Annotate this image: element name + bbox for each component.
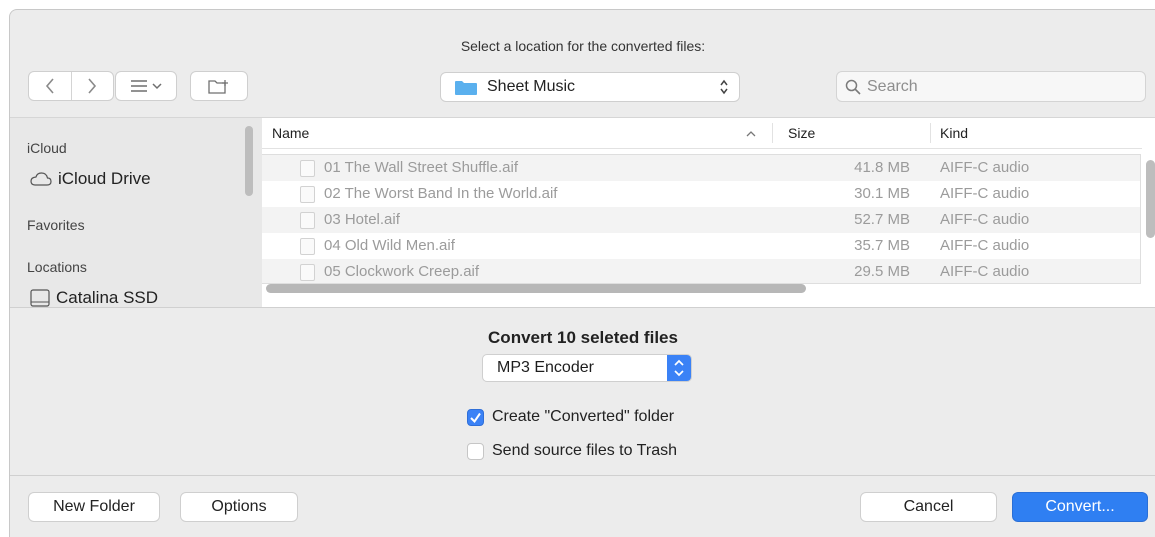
file-size: 35.7 MB [854, 237, 910, 254]
updown-arrows-icon [667, 355, 691, 381]
file-kind: AIFF-C audio [940, 159, 1030, 176]
sidebar: iCloud iCloud Drive Favorites Locations … [10, 117, 262, 308]
folder-icon [455, 81, 477, 95]
column-header-row: Name Size Kind [262, 118, 1142, 149]
checkmark-icon [467, 408, 484, 426]
checkbox-empty-icon [467, 442, 484, 460]
sidebar-header-favorites: Favorites [27, 217, 85, 233]
convert-button[interactable]: Convert... [1012, 492, 1148, 522]
column-header-kind[interactable]: Kind [940, 125, 968, 141]
new-folder-button[interactable]: New Folder [28, 492, 160, 522]
file-name: 04 Old Wild Men.aif [324, 237, 455, 254]
file-kind: AIFF-C audio [940, 263, 1030, 280]
file-name: 03 Hotel.aif [324, 211, 400, 228]
file-kind: AIFF-C audio [940, 237, 1030, 254]
sidebar-scrollbar[interactable] [245, 126, 253, 196]
table-row[interactable]: 01 The Wall Street Shuffle.aif 41.8 MB A… [262, 155, 1140, 181]
table-row[interactable]: 03 Hotel.aif 52.7 MB AIFF-C audio [262, 207, 1140, 233]
sidebar-item-label: Catalina SSD [56, 288, 159, 307]
encoder-value: MP3 Encoder [497, 359, 594, 376]
create-folder-label: Create "Converted" folder [492, 408, 675, 425]
trash-source-checkbox[interactable]: Send source files to Trash [467, 442, 677, 460]
location-popup[interactable]: Sheet Music [440, 72, 740, 102]
table-row[interactable]: 05 Clockwork Creep.aif 29.5 MB AIFF-C au… [262, 259, 1140, 283]
file-kind: AIFF-C audio [940, 185, 1030, 202]
file-name: 01 The Wall Street Shuffle.aif [324, 159, 518, 176]
forward-button[interactable] [70, 72, 114, 100]
file-size: 52.7 MB [854, 211, 910, 228]
cloud-icon [30, 172, 52, 186]
list-view-icon [130, 80, 147, 92]
cancel-button[interactable]: Cancel [860, 492, 997, 522]
file-name: 05 Clockwork Creep.aif [324, 263, 480, 280]
file-kind: AIFF-C audio [940, 211, 1030, 228]
encoder-popup[interactable]: MP3 Encoder [482, 354, 692, 382]
column-header-name[interactable]: Name [272, 125, 309, 141]
sidebar-header-icloud: iCloud [27, 140, 67, 156]
save-dialog: Select a location for the converted file… [9, 9, 1155, 537]
navigation-buttons [28, 71, 114, 101]
toolbar-new-folder-button[interactable] [190, 71, 248, 101]
search-field[interactable]: Search [836, 71, 1146, 102]
create-folder-checkbox[interactable]: Create "Converted" folder [467, 408, 674, 426]
button-bar: New Folder Options Cancel Convert... [10, 475, 1155, 537]
column-header-size[interactable]: Size [788, 125, 815, 141]
file-list: Name Size Kind 01 The Wall Street Shuffl… [262, 117, 1155, 308]
sidebar-item-label: iCloud Drive [58, 169, 151, 188]
sort-ascending-icon [746, 131, 756, 137]
table-row[interactable]: 02 The Worst Band In the World.aif 30.1 … [262, 181, 1140, 207]
audio-file-icon [300, 238, 315, 255]
chevron-down-icon [151, 83, 162, 90]
view-options-button[interactable] [115, 71, 177, 101]
back-button[interactable] [29, 72, 71, 100]
column-separator [930, 123, 931, 143]
search-placeholder: Search [867, 78, 918, 95]
horizontal-scrollbar[interactable] [266, 284, 806, 293]
column-separator [772, 123, 773, 143]
file-size: 30.1 MB [854, 185, 910, 202]
trash-source-label: Send source files to Trash [492, 442, 677, 459]
location-name: Sheet Music [487, 78, 576, 95]
vertical-scrollbar[interactable] [1146, 160, 1155, 238]
chevron-left-icon [45, 78, 54, 94]
options-button[interactable]: Options [180, 492, 298, 522]
chevron-right-icon [88, 78, 97, 94]
disk-icon [30, 289, 50, 307]
audio-file-icon [300, 212, 315, 229]
dialog-prompt: Select a location for the converted file… [460, 38, 706, 54]
new-folder-icon [208, 80, 228, 94]
file-name: 02 The Worst Band In the World.aif [324, 185, 558, 202]
convert-title: Convert 10 seleted files [488, 328, 678, 347]
file-size: 41.8 MB [854, 159, 910, 176]
table-row[interactable]: 04 Old Wild Men.aif 35.7 MB AIFF-C audio [262, 233, 1140, 259]
sidebar-item-icloud-drive[interactable]: iCloud Drive [30, 169, 151, 189]
sidebar-item-catalina-ssd[interactable]: Catalina SSD [30, 288, 158, 308]
audio-file-icon [300, 160, 315, 177]
audio-file-icon [300, 264, 315, 281]
file-rows: 01 The Wall Street Shuffle.aif 41.8 MB A… [262, 154, 1141, 284]
audio-file-icon [300, 186, 315, 203]
file-size: 29.5 MB [854, 263, 910, 280]
updown-arrows-icon [720, 79, 728, 95]
sidebar-header-locations: Locations [27, 259, 87, 275]
search-icon [845, 79, 861, 95]
accessory-panel: Convert 10 seleted files MP3 Encoder Cre… [10, 307, 1155, 476]
